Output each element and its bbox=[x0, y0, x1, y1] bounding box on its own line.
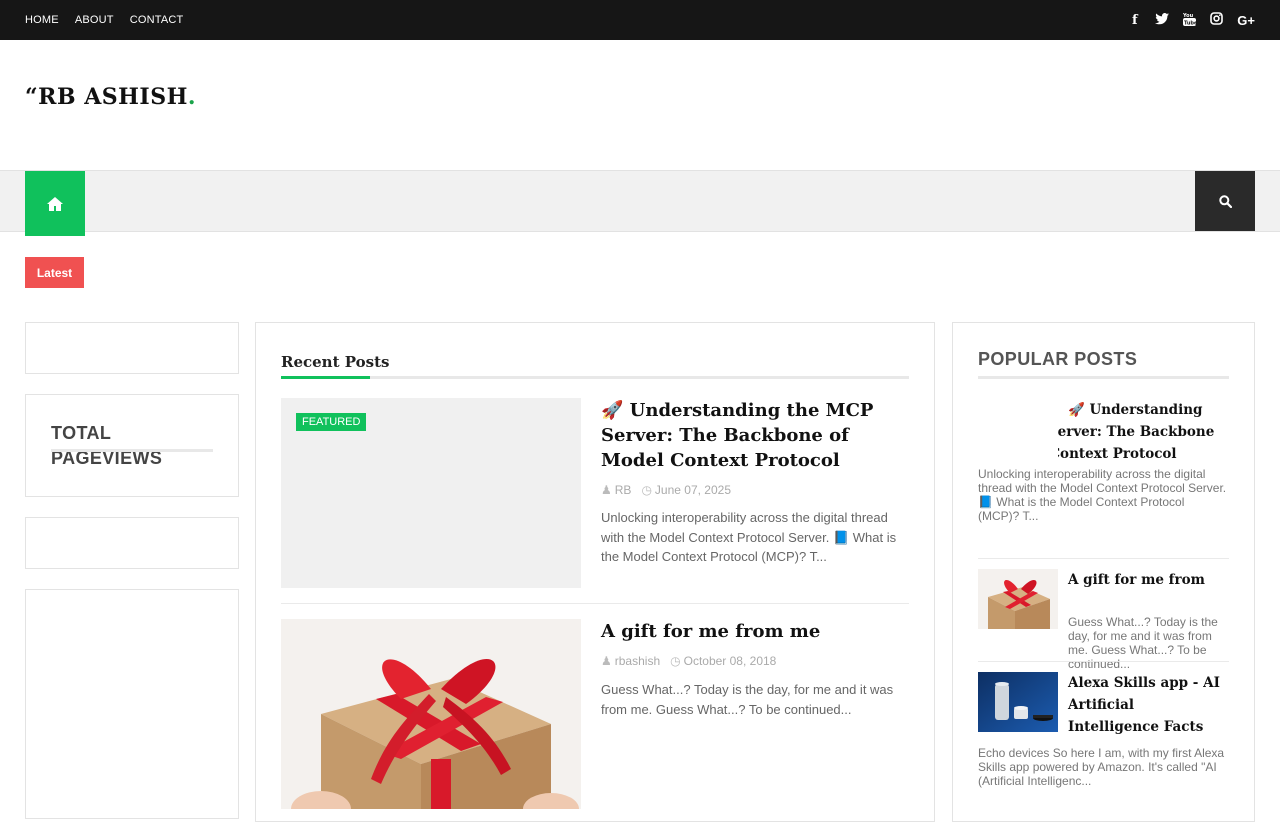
youtube-icon[interactable]: You Tube bbox=[1182, 12, 1198, 29]
recent-posts-divider bbox=[281, 376, 909, 379]
popular-posts-widget: POPULAR POSTS 🚀 Understanding the MCP Se… bbox=[952, 322, 1255, 822]
recent-posts-section: Recent Posts FEATURED 🚀 Understanding th… bbox=[255, 322, 935, 822]
post-author[interactable]: rbashish bbox=[615, 654, 660, 668]
post-separator bbox=[281, 603, 909, 604]
social-links: f You Tube G+ bbox=[1128, 0, 1255, 40]
google-plus-icon[interactable]: G+ bbox=[1237, 13, 1255, 28]
post-excerpt: Unlocking interoperability across the di… bbox=[601, 510, 897, 564]
post-card: FEATURED 🚀 Understanding the MCP Server:… bbox=[281, 398, 909, 588]
nav-home-link[interactable]: HOME bbox=[25, 14, 59, 26]
search-icon bbox=[1218, 194, 1232, 208]
pageviews-widget: TOTAL PAGEVIEWS bbox=[25, 394, 239, 497]
recent-posts-title: Recent Posts bbox=[281, 353, 390, 371]
gift-box-thumbnail bbox=[978, 569, 1058, 629]
site-logo[interactable]: “RB ASHISH. bbox=[25, 84, 196, 110]
svg-text:Tube: Tube bbox=[1184, 20, 1196, 26]
gift-box-image bbox=[281, 619, 581, 809]
popular-post-separator bbox=[978, 558, 1229, 559]
clock-icon: ◷ bbox=[641, 483, 652, 497]
popular-post-excerpt: Unlocking interoperability across the di… bbox=[978, 467, 1227, 523]
popular-post-item: Alexa Skills app - AI Artificial Intelli… bbox=[978, 672, 1229, 788]
home-icon bbox=[47, 196, 63, 211]
logo-text: “RB ASHISH bbox=[25, 84, 188, 110]
popular-post-item: 🚀 Understanding the MCP Server: The Back… bbox=[978, 399, 1229, 523]
post-thumbnail[interactable]: FEATURED bbox=[281, 398, 581, 588]
post-date: October 08, 2018 bbox=[683, 654, 777, 668]
sidebar-widget-empty bbox=[25, 589, 239, 819]
echo-devices-thumbnail bbox=[978, 672, 1058, 732]
popular-posts-divider bbox=[978, 376, 1229, 379]
popular-posts-title: POPULAR POSTS bbox=[978, 349, 1138, 369]
post-title[interactable]: A gift for me from me bbox=[601, 619, 901, 644]
post-title[interactable]: 🚀 Understanding the MCP Server: The Back… bbox=[601, 398, 901, 473]
nav-contact-link[interactable]: CONTACT bbox=[130, 14, 184, 26]
popular-post-item: A gift for me from me Guess What...? Tod… bbox=[978, 569, 1229, 671]
home-button[interactable] bbox=[25, 171, 85, 236]
top-bar: HOME ABOUT CONTACT f You Tube G+ bbox=[0, 0, 1280, 40]
pageviews-title: TOTAL PAGEVIEWS bbox=[51, 423, 163, 468]
popular-post-thumbnail[interactable] bbox=[978, 399, 1058, 459]
post-author[interactable]: RB bbox=[615, 483, 632, 497]
post-meta: ♟ RB ◷ June 07, 2025 bbox=[601, 483, 731, 497]
sidebar-widget-empty bbox=[25, 517, 239, 569]
popular-post-thumbnail[interactable] bbox=[978, 569, 1058, 629]
main-nav-bar bbox=[0, 170, 1280, 232]
clock-icon: ◷ bbox=[670, 654, 681, 668]
sidebar-widget-empty bbox=[25, 322, 239, 374]
user-icon: ♟ bbox=[601, 483, 612, 497]
latest-ticker-label: Latest bbox=[25, 257, 84, 288]
recent-posts-divider-accent bbox=[281, 376, 370, 379]
featured-badge: FEATURED bbox=[296, 413, 367, 431]
post-meta: ♟ rbashish ◷ October 08, 2018 bbox=[601, 654, 776, 668]
popular-post-separator bbox=[978, 661, 1229, 662]
top-nav: HOME ABOUT CONTACT bbox=[25, 0, 199, 40]
popular-post-title[interactable]: Alexa Skills app - AI Artificial Intelli… bbox=[1068, 675, 1220, 735]
user-icon: ♟ bbox=[601, 654, 612, 668]
popular-post-thumbnail[interactable] bbox=[978, 672, 1058, 732]
facebook-icon[interactable]: f bbox=[1128, 13, 1141, 28]
popular-post-excerpt: Guess What...? Today is the day, for me … bbox=[1068, 615, 1218, 671]
pageviews-divider bbox=[51, 449, 213, 452]
twitter-icon[interactable] bbox=[1155, 12, 1170, 28]
post-thumbnail[interactable] bbox=[281, 619, 581, 809]
post-card: A gift for me from me ♟ rbashish ◷ October… bbox=[281, 619, 909, 819]
logo-dot: . bbox=[187, 84, 197, 110]
popular-post-excerpt: Echo devices So here I am, with my first… bbox=[978, 746, 1225, 788]
post-excerpt: Guess What...? Today is the day, for me … bbox=[601, 682, 894, 717]
instagram-icon[interactable] bbox=[1210, 12, 1224, 28]
search-button[interactable] bbox=[1195, 171, 1255, 231]
nav-about-link[interactable]: ABOUT bbox=[75, 14, 114, 26]
post-date: June 07, 2025 bbox=[654, 483, 731, 497]
